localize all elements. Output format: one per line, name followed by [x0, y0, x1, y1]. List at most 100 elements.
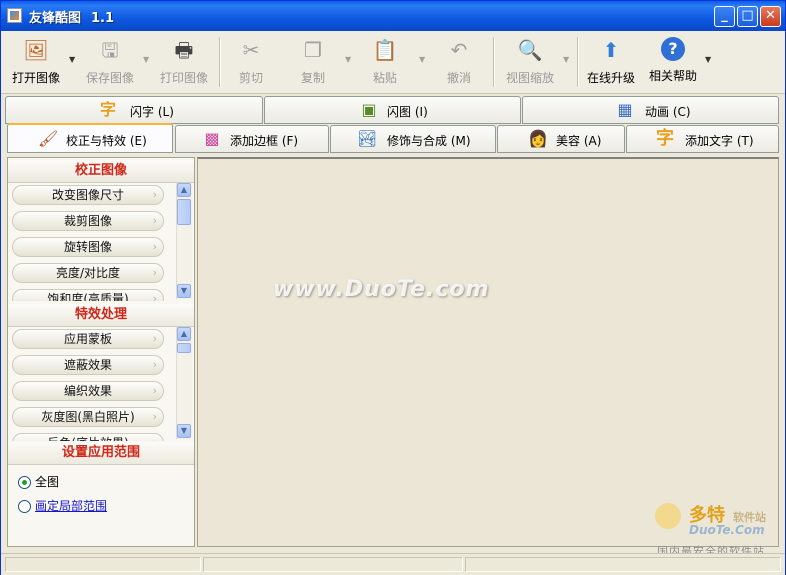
- resize-image-item[interactable]: 改变图像尺寸: [12, 185, 164, 205]
- add-text-icon: 字: [656, 128, 674, 149]
- rotate-image-item[interactable]: 旋转图像: [12, 237, 164, 257]
- paste-icon: 📋: [372, 38, 398, 62]
- save-image-button[interactable]: 🖫 保存图像: [81, 35, 139, 89]
- tab-decorate-compose-label: 修饰与合成 (M): [387, 134, 471, 148]
- tab-row-1: 字 闪字 (L) ▣ 闪图 (I) ▦ 动画 (C): [5, 96, 779, 124]
- online-upgrade-label: 在线升级: [586, 71, 635, 85]
- print-image-button[interactable]: 🖶 打印图像: [155, 35, 213, 89]
- print-image-label: 打印图像: [159, 71, 208, 85]
- flash-image-icon: ▣: [361, 100, 377, 119]
- weave-effect-item[interactable]: 编织效果: [12, 381, 164, 401]
- maximize-button[interactable]: □: [737, 6, 758, 27]
- status-pane-2: [203, 557, 463, 572]
- grayscale-item[interactable]: 灰度图(黑白照片): [12, 407, 164, 427]
- apply-mask-item[interactable]: 应用蒙板: [12, 329, 164, 349]
- correct-section-title: 校正图像: [8, 160, 194, 183]
- version-label: 1.1: [91, 11, 115, 26]
- tab-correct-effects[interactable]: 🖌 校正与特效 (E): [7, 123, 173, 153]
- maximize-icon: □: [741, 8, 754, 23]
- crop-image-item[interactable]: 裁剪图像: [12, 211, 164, 231]
- beauty-icon: 👩: [528, 129, 548, 148]
- correct-list-scrollbar[interactable]: ▲ ▼: [176, 183, 192, 299]
- main-toolbar: 🖼 打开图像 ▼ 🖫 保存图像 ▼ 🖶 打印图像 ✂ 剪切 ❐ 复制 ▼ 📋 粘…: [1, 31, 785, 94]
- saturation-item[interactable]: 饱和度(高质量): [12, 289, 164, 301]
- tab-add-text[interactable]: 字 添加文字 (T): [626, 125, 779, 153]
- scope-partial-option[interactable]: 画定局部范围: [18, 498, 107, 514]
- mask-effect-item[interactable]: 遮蔽效果: [12, 355, 164, 375]
- paste-dropdown-icon[interactable]: ▼: [419, 55, 425, 64]
- help-button[interactable]: ? 相关帮助: [647, 35, 699, 89]
- scroll-up-icon[interactable]: ▲: [177, 327, 191, 341]
- copy-dropdown-icon[interactable]: ▼: [345, 55, 351, 64]
- tab-beauty-label: 美容 (A): [556, 134, 602, 148]
- tab-correct-effects-label: 校正与特效 (E): [66, 134, 147, 148]
- scroll-up-icon[interactable]: ▲: [177, 183, 191, 197]
- scope-section-title: 设置应用范围: [8, 442, 194, 465]
- zoom-icon: 🔍: [517, 38, 543, 62]
- undo-icon: ↶: [450, 38, 468, 62]
- paste-button[interactable]: 📋 粘贴: [363, 35, 407, 89]
- online-upgrade-button[interactable]: ⬆ 在线升级: [585, 35, 637, 89]
- correct-list: 改变图像尺寸 裁剪图像 旋转图像 亮度/对比度 饱和度(高质量) ▲ ▼: [8, 183, 194, 301]
- copy-button[interactable]: ❐ 复制: [291, 35, 335, 89]
- brightness-contrast-item[interactable]: 亮度/对比度: [12, 263, 164, 283]
- tab-beauty[interactable]: 👩 美容 (A): [497, 125, 625, 153]
- app-icon[interactable]: [7, 8, 22, 23]
- radio-selected-icon[interactable]: [18, 476, 31, 489]
- open-image-dropdown-icon[interactable]: ▼: [69, 55, 75, 64]
- cut-button[interactable]: ✂ 剪切: [229, 35, 273, 89]
- scissors-icon: ✂: [242, 38, 260, 62]
- scope-whole-image-option[interactable]: 全图: [18, 474, 59, 490]
- tab-flash-text[interactable]: 字 闪字 (L): [5, 96, 263, 124]
- app-window: 友锋酷图 1.1 _ □ ✕ 🖼 打开图像 ▼ 🖫 保存图像 ▼ 🖶 打印图像 ✂…: [0, 0, 786, 575]
- open-image-icon: 🖼: [23, 38, 49, 62]
- tab-animation-label: 动画 (C): [645, 105, 691, 119]
- tab-animation[interactable]: ▦ 动画 (C): [522, 96, 779, 124]
- effects-section-title: 特效处理: [8, 304, 194, 327]
- save-image-label: 保存图像: [85, 71, 134, 85]
- compose-icon: 🏞: [357, 129, 378, 148]
- correct-effects-icon: 🖌: [38, 129, 59, 148]
- scroll-thumb[interactable]: [177, 343, 191, 353]
- tab-flash-image[interactable]: ▣ 闪图 (I): [264, 96, 521, 124]
- open-image-button[interactable]: 🖼 打开图像: [7, 35, 65, 89]
- save-image-dropdown-icon[interactable]: ▼: [143, 55, 149, 64]
- tab-flash-text-label: 闪字 (L): [130, 105, 174, 119]
- scroll-thumb[interactable]: [177, 199, 191, 225]
- tab-add-border[interactable]: ▩ 添加边框 (F): [175, 125, 329, 153]
- tab-flash-image-label: 闪图 (I): [387, 105, 428, 119]
- toolbar-separator: [219, 37, 221, 87]
- toolbar-separator: [577, 37, 579, 87]
- copy-label: 复制: [300, 71, 325, 85]
- logo-url-text: DuoTe.Com: [689, 523, 765, 537]
- undo-label: 撤消: [446, 71, 471, 85]
- tool-panel: 校正图像 改变图像尺寸 裁剪图像 旋转图像 亮度/对比度 饱和度(高质量) ▲ …: [7, 157, 195, 547]
- tab-decorate-compose[interactable]: 🏞 修饰与合成 (M): [330, 125, 496, 153]
- effects-list: 应用蒙板 遮蔽效果 编织效果 灰度图(黑白照片) 反色(底片效果) ▲ ▼: [8, 327, 194, 441]
- window-title: 友锋酷图 1.1: [29, 7, 114, 26]
- scroll-down-icon[interactable]: ▼: [177, 284, 191, 298]
- scope-partial-label[interactable]: 画定局部范围: [35, 499, 107, 513]
- minimize-button[interactable]: _: [714, 6, 735, 27]
- effects-list-scrollbar[interactable]: ▲ ▼: [176, 327, 192, 439]
- help-icon: ?: [661, 37, 685, 61]
- corner-logo: 多特 软件站 DuoTe.Com 国内最安全的软件站: [653, 499, 783, 559]
- view-zoom-button[interactable]: 🔍 视图缩放: [503, 35, 557, 89]
- save-image-icon: 🖫: [101, 38, 119, 62]
- radio-unselected-icon[interactable]: [18, 500, 31, 513]
- animation-icon: ▦: [617, 100, 633, 119]
- view-zoom-label: 视图缩放: [505, 71, 554, 85]
- status-bar: [1, 553, 785, 575]
- title-bar[interactable]: 友锋酷图 1.1 _ □ ✕: [1, 1, 785, 31]
- close-button[interactable]: ✕: [760, 6, 781, 27]
- minimize-icon: _: [721, 8, 728, 23]
- paste-label: 粘贴: [372, 71, 397, 85]
- scroll-down-icon[interactable]: ▼: [177, 424, 191, 438]
- invert-item[interactable]: 反色(底片效果): [12, 433, 164, 441]
- help-dropdown-icon[interactable]: ▼: [705, 55, 711, 64]
- image-canvas[interactable]: [197, 157, 779, 547]
- flash-text-icon: 字: [99, 100, 116, 119]
- undo-button[interactable]: ↶ 撤消: [437, 35, 481, 89]
- status-pane-3: [465, 557, 781, 572]
- view-zoom-dropdown-icon[interactable]: ▼: [563, 55, 569, 64]
